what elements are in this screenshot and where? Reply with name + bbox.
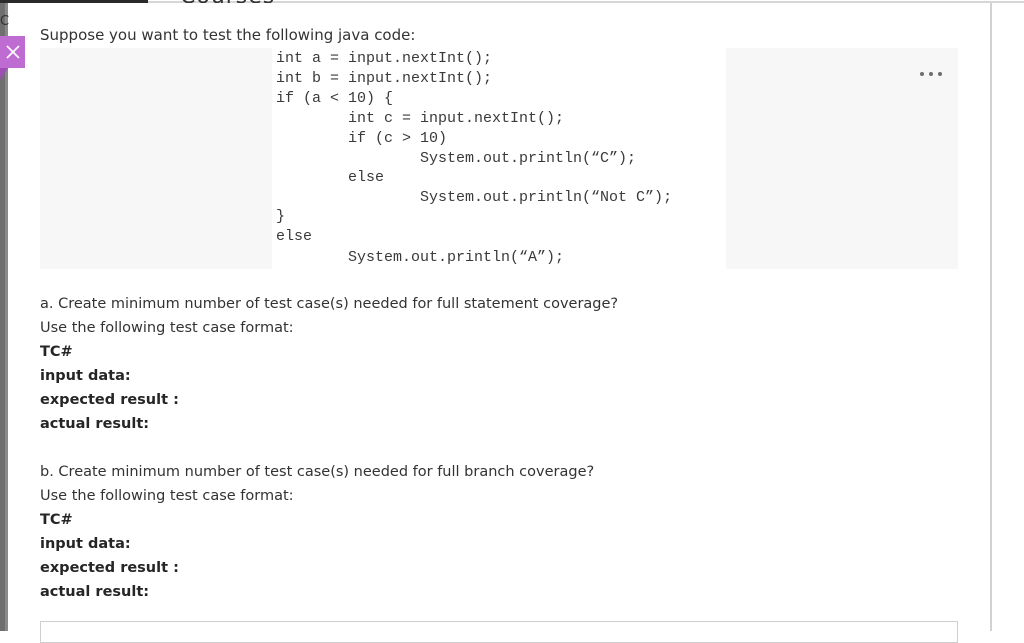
top-divider	[148, 1, 1024, 3]
more-options-icon-dot	[938, 72, 942, 76]
part-a-field-tc: TC#	[40, 344, 73, 360]
part-b-format-label: Use the following test case format:	[40, 488, 294, 504]
code-line: System.out.println(“A”);	[276, 249, 565, 266]
code-line: int a = input.nextInt();	[276, 50, 493, 67]
page-heading-fragment: Courses	[180, 0, 275, 3]
part-a-field-actual-result: actual result:	[40, 416, 150, 432]
part-b-field-expected-result: expected result :	[40, 560, 179, 576]
code-line: }	[276, 208, 286, 225]
answer-input-box[interactable]	[40, 621, 958, 643]
top-nav-fragment	[0, 0, 148, 3]
code-image-padding-left	[40, 48, 272, 269]
code-image-padding-right	[726, 48, 958, 269]
part-b-field-actual-result: actual result:	[40, 584, 150, 600]
close-button-tab	[0, 68, 8, 80]
close-icon	[5, 45, 20, 59]
more-options-icon-dot	[929, 72, 933, 76]
more-options-button[interactable]	[920, 67, 942, 81]
left-panel-edge-highlight	[5, 0, 8, 631]
part-a-field-input-data: input data:	[40, 368, 131, 384]
code-line: else	[276, 169, 385, 186]
part-b-prompt: b. Create minimum number of test case(s)…	[40, 464, 595, 480]
code-line: else	[276, 228, 313, 245]
code-line: System.out.println(“Not C”);	[276, 189, 673, 206]
part-b-field-tc: TC#	[40, 512, 73, 528]
code-line: System.out.println(“C”);	[276, 150, 637, 167]
part-a-field-expected-result: expected result :	[40, 392, 179, 408]
more-options-icon	[920, 72, 924, 76]
part-b-field-input-data: input data:	[40, 536, 131, 552]
code-block: int a = input.nextInt(); int b = input.n…	[272, 48, 726, 269]
code-line: if (c > 10)	[276, 130, 448, 147]
code-line: if (a < 10) {	[276, 90, 394, 107]
part-a-prompt: a. Create minimum number of test case(s)…	[40, 296, 619, 312]
code-line: int c = input.nextInt();	[276, 110, 565, 127]
close-button[interactable]	[0, 36, 25, 68]
right-panel	[992, 3, 1024, 631]
code-line: int b = input.nextInt();	[276, 70, 493, 87]
side-panel-letter: C	[0, 14, 10, 29]
part-a-format-label: Use the following test case format:	[40, 320, 294, 336]
question-intro: Suppose you want to test the following j…	[40, 26, 416, 44]
